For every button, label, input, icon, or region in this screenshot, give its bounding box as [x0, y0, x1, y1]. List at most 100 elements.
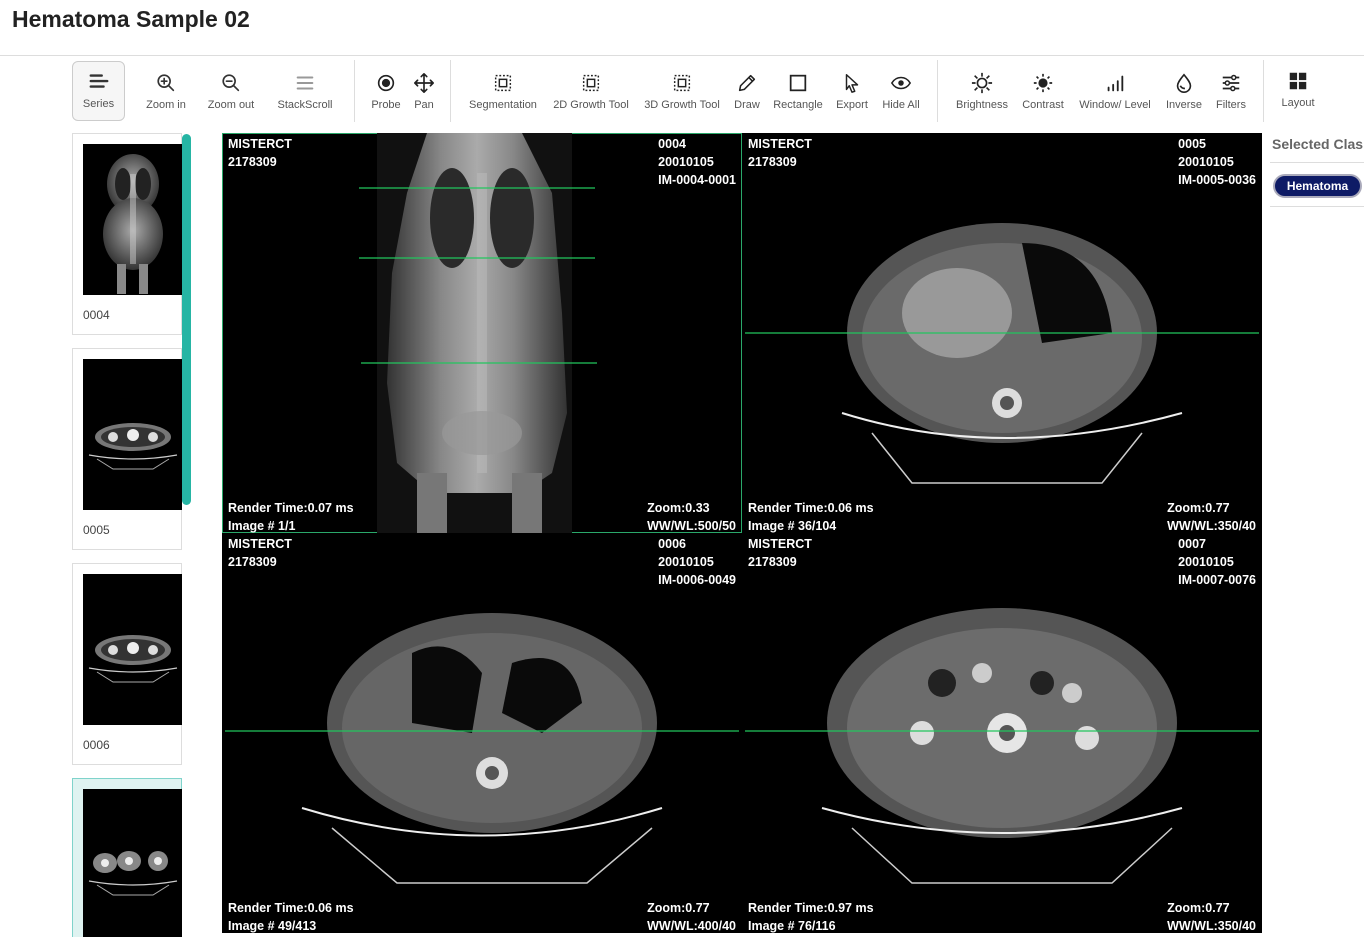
overlay-top-right: 0007 20010105 IM-0007-0076 [1178, 535, 1256, 589]
segmentation-button[interactable]: Segmentation [465, 66, 541, 120]
overlay-top-right: 0004 20010105 IM-0004-0001 [658, 135, 736, 189]
stackscroll-button[interactable]: StackScroll [273, 66, 337, 120]
hide-all-label: Hide All [882, 99, 920, 111]
layout-button[interactable]: Layout [1276, 64, 1320, 118]
series-button[interactable]: Series [72, 61, 125, 121]
image-id: IM-0007-0076 [1178, 573, 1256, 587]
zoom-out-button[interactable]: Zoom out [203, 66, 259, 120]
zoom-in-button[interactable]: Zoom in [143, 66, 189, 120]
probe-button[interactable]: Probe [368, 66, 404, 120]
growth-3d-icon [669, 70, 695, 96]
overlay-top-right: 0005 20010105 IM-0005-0036 [1178, 135, 1256, 189]
image-viewer-grid: MISTERCT 2178309 0004 20010105 IM-0004-0… [222, 133, 1262, 933]
study-date: 20010105 [1178, 555, 1234, 569]
class-chip-hematoma[interactable]: Hematoma [1273, 174, 1362, 198]
pan-button[interactable]: Pan [408, 66, 440, 120]
series-number: 0004 [658, 137, 686, 151]
thumbnail-image [83, 789, 182, 937]
series-icon [86, 69, 112, 95]
export-button[interactable]: Export [833, 66, 871, 120]
thumbnail-label: 0005 [83, 523, 110, 537]
thumbnail-scrollbar[interactable] [182, 134, 191, 505]
overlay-top-left: MISTERCT 2178309 [748, 135, 812, 171]
probe-label: Probe [371, 99, 401, 111]
image-number: Image # 49/413 [228, 919, 317, 933]
render-time: Render Time:0.97 ms [748, 901, 874, 915]
series-thumbnail-active[interactable] [72, 778, 182, 937]
draw-button[interactable]: Draw [731, 66, 763, 120]
page-title: Hematoma Sample 02 [12, 6, 250, 32]
window-level-button[interactable]: Window/ Level [1075, 66, 1155, 120]
rectangle-button[interactable]: Rectangle [770, 66, 826, 120]
panel-divider [1270, 162, 1364, 163]
patient-name: MISTERCT [228, 537, 292, 551]
render-time: Render Time:0.06 ms [228, 901, 354, 915]
panel-divider [1270, 206, 1364, 207]
sliders-icon [1218, 70, 1244, 96]
overlay-bottom-right: Zoom:0.77 WW/WL:350/40 [1167, 499, 1256, 533]
reference-line [225, 730, 739, 732]
inverse-label: Inverse [1165, 99, 1203, 111]
selected-class-panel: Selected Clas Hematoma [1264, 126, 1364, 210]
layout-label: Layout [1281, 97, 1315, 109]
eye-icon [888, 70, 914, 96]
draw-label: Draw [734, 99, 760, 111]
zoom-value: Zoom:0.77 [647, 901, 710, 915]
segmentation-label: Segmentation [469, 99, 537, 111]
growth-3d-button[interactable]: 3D Growth Tool [641, 66, 723, 120]
viewport-1[interactable]: MISTERCT 2178309 0004 20010105 IM-0004-0… [222, 133, 742, 533]
series-thumbnail[interactable]: 0004 [72, 133, 182, 335]
toolbar-divider [354, 60, 355, 122]
selected-class-title: Selected Clas [1272, 136, 1364, 152]
series-number: 0007 [1178, 537, 1206, 551]
zoom-out-label: Zoom out [207, 99, 255, 111]
inverse-icon [1171, 70, 1197, 96]
inverse-button[interactable]: Inverse [1162, 66, 1206, 120]
reference-line [745, 730, 1259, 732]
hide-all-button[interactable]: Hide All [878, 66, 924, 120]
study-date: 20010105 [658, 555, 714, 569]
rectangle-label: Rectangle [773, 99, 823, 111]
image-number: Image # 1/1 [228, 519, 296, 533]
thumbnail-image [83, 574, 182, 725]
thumbnail-label: 0006 [83, 738, 110, 752]
image-id: IM-0005-0036 [1178, 173, 1256, 187]
overlay-top-left: MISTERCT 2178309 [228, 135, 292, 171]
filters-button[interactable]: Filters [1212, 66, 1250, 120]
viewport-4[interactable]: MISTERCT 2178309 0007 20010105 IM-0007-0… [742, 533, 1262, 933]
image-id: IM-0004-0001 [658, 173, 736, 187]
render-time: Render Time:0.06 ms [748, 501, 874, 515]
render-time: Render Time:0.07 ms [228, 501, 354, 515]
stackscroll-icon [292, 70, 318, 96]
image-number: Image # 76/116 [748, 919, 836, 933]
brightness-button[interactable]: Brightness [952, 66, 1012, 120]
thumbnail-image [83, 359, 182, 510]
study-date: 20010105 [658, 155, 714, 169]
viewport-2[interactable]: MISTERCT 2178309 0005 20010105 IM-0005-0… [742, 133, 1262, 533]
overlay-top-right: 0006 20010105 IM-0006-0049 [658, 535, 736, 589]
rectangle-icon [785, 70, 811, 96]
signal-bars-icon [1102, 70, 1128, 96]
thumbnail-label: 0004 [83, 308, 110, 322]
series-number: 0005 [1178, 137, 1206, 151]
probe-icon [373, 70, 399, 96]
pan-icon [411, 70, 437, 96]
series-thumbnail[interactable]: 0005 [72, 348, 182, 550]
patient-name: MISTERCT [748, 137, 812, 151]
image-number: Image # 36/104 [748, 519, 837, 533]
series-thumbnail[interactable]: 0006 [72, 563, 182, 765]
viewport-3[interactable]: MISTERCT 2178309 0006 20010105 IM-0006-0… [222, 533, 742, 933]
window-level-value: WW/WL:400/40 [647, 919, 736, 933]
overlay-top-left: MISTERCT 2178309 [748, 535, 812, 571]
growth-2d-button[interactable]: 2D Growth Tool [550, 66, 632, 120]
patient-name: MISTERCT [228, 137, 292, 151]
sun-icon [969, 70, 995, 96]
contrast-label: Contrast [1022, 99, 1064, 111]
reference-line [745, 332, 1259, 334]
zoom-value: Zoom:0.33 [647, 501, 710, 515]
series-label: Series [82, 98, 115, 110]
window-level-value: WW/WL:350/40 [1167, 919, 1256, 933]
overlay-bottom-left: Render Time:0.06 ms Image # 36/104 [748, 499, 874, 533]
toolbar-divider [450, 60, 451, 122]
contrast-button[interactable]: Contrast [1019, 66, 1067, 120]
